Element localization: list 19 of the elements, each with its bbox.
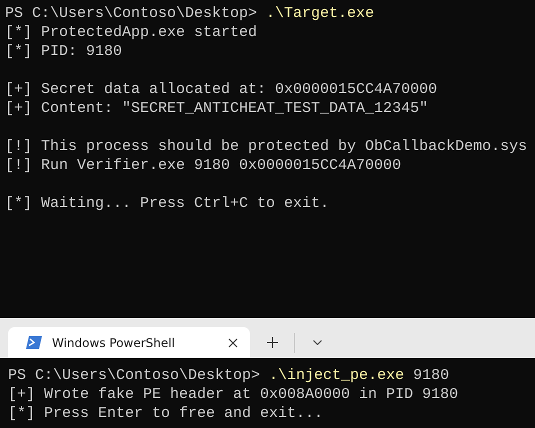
- output-text: [*] ProtectedApp.exe started: [5, 23, 258, 42]
- command-text: .\inject_pe.exe: [269, 366, 404, 385]
- output-text: [+] Wrote fake PE header at 0x008A0000 in PID 9180: [8, 385, 458, 404]
- powershell-icon: [26, 336, 42, 349]
- prompt-text: PS C:\Users\Contoso\Desktop>: [8, 366, 262, 385]
- prompt-text: PS C:\Users\Contoso\Desktop>: [5, 4, 258, 23]
- output-text: [+] Secret data allocated at: 0x0000015CC4A70000: [5, 80, 438, 99]
- output-text: [!] This process should be protected by ObCallbackDemo.sys: [5, 137, 528, 156]
- output-text: [*] Press Enter to free and exit...: [8, 404, 324, 423]
- output-text: [!] Run Verifier.exe 9180 0x0000015CC4A70000: [5, 156, 402, 175]
- output-text: [*] PID: 9180: [5, 42, 122, 61]
- plus-icon[interactable]: [266, 337, 278, 348]
- output-text: [+] Content: "SECRET_ANTICHEAT_TEST_DATA_12345": [5, 99, 428, 118]
- terminal-tab[interactable]: Windows PowerShell: [8, 327, 250, 358]
- close-icon[interactable]: [228, 338, 238, 348]
- chevron-down-icon[interactable]: [312, 340, 322, 345]
- output-text: [*] Waiting... Press Ctrl+C to exit.: [5, 194, 330, 213]
- command-text: .\Target.exe: [266, 4, 374, 23]
- argument-text: 9180: [412, 366, 450, 385]
